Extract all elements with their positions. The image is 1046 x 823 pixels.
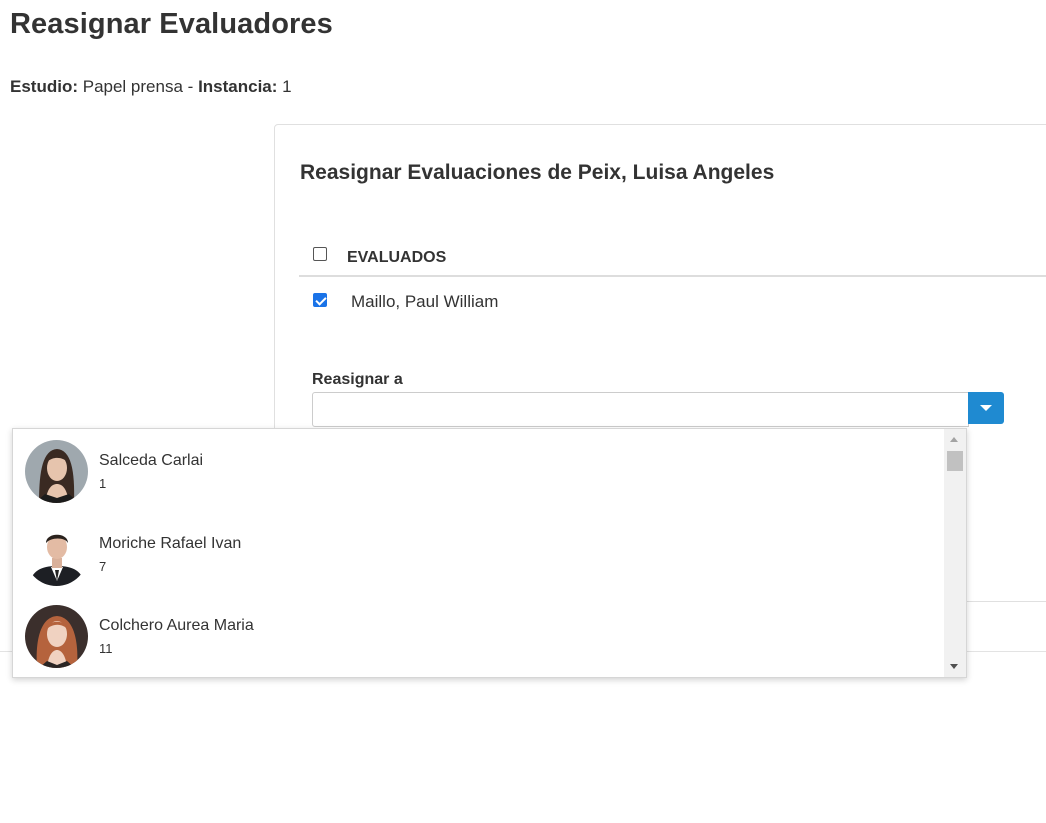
study-value: Papel prensa [82, 77, 183, 96]
study-separator: - [187, 77, 194, 96]
option-name: Colchero Aurea Maria [99, 617, 254, 634]
woman-dark-hair-avatar [25, 440, 88, 503]
page: Reasignar Evaluadores Estudio: Papel pre… [0, 0, 1046, 823]
card-title: Reasignar Evaluaciones de Peix, Luisa An… [300, 161, 775, 184]
evaluados-table-header: EVALUADOS [299, 243, 1046, 277]
page-title: Reasignar Evaluadores [10, 8, 333, 40]
dropdown-scrollbar[interactable] [944, 429, 966, 677]
dropdown-option-moriche[interactable]: Moriche Rafael Ivan 7 [13, 512, 945, 594]
option-count: 1 [99, 476, 107, 491]
dropdown-option-salceda[interactable]: Salceda Carlai 1 [13, 429, 945, 511]
instance-label: Instancia: [198, 77, 278, 96]
option-count: 7 [99, 559, 107, 574]
evaluado-name: Maillo, Paul William [351, 292, 499, 311]
study-info: Estudio: Papel prensa - Instancia: 1 [10, 77, 292, 97]
reassign-dropdown-button[interactable] [968, 392, 1004, 424]
option-name: Moriche Rafael Ivan [99, 535, 242, 552]
instance-value: 1 [282, 77, 292, 96]
scrollbar-thumb[interactable] [947, 451, 963, 471]
reassign-label: Reasignar a [312, 371, 403, 388]
option-name: Salceda Carlai [99, 452, 204, 469]
select-all-checkbox[interactable] [313, 247, 327, 261]
scroll-up-arrow-icon[interactable] [950, 437, 958, 442]
study-label: Estudio: [10, 77, 78, 96]
dropdown-option-colchero[interactable]: Colchero Aurea Maria 11 [13, 594, 945, 676]
reassign-select-input[interactable] [312, 392, 969, 427]
row-checkbox[interactable] [313, 293, 327, 307]
man-suit-avatar [25, 523, 88, 586]
option-count: 11 [99, 641, 113, 656]
scroll-down-arrow-icon[interactable] [950, 664, 958, 669]
table-row[interactable]: Maillo, Paul William [299, 279, 1046, 323]
evaluados-column-header: EVALUADOS [347, 249, 447, 266]
chevron-down-icon [980, 405, 992, 411]
woman-red-hair-avatar [25, 605, 88, 668]
reassign-dropdown-list[interactable]: Salceda Carlai 1 Moriche Rafael Ivan 7 C… [12, 428, 967, 678]
